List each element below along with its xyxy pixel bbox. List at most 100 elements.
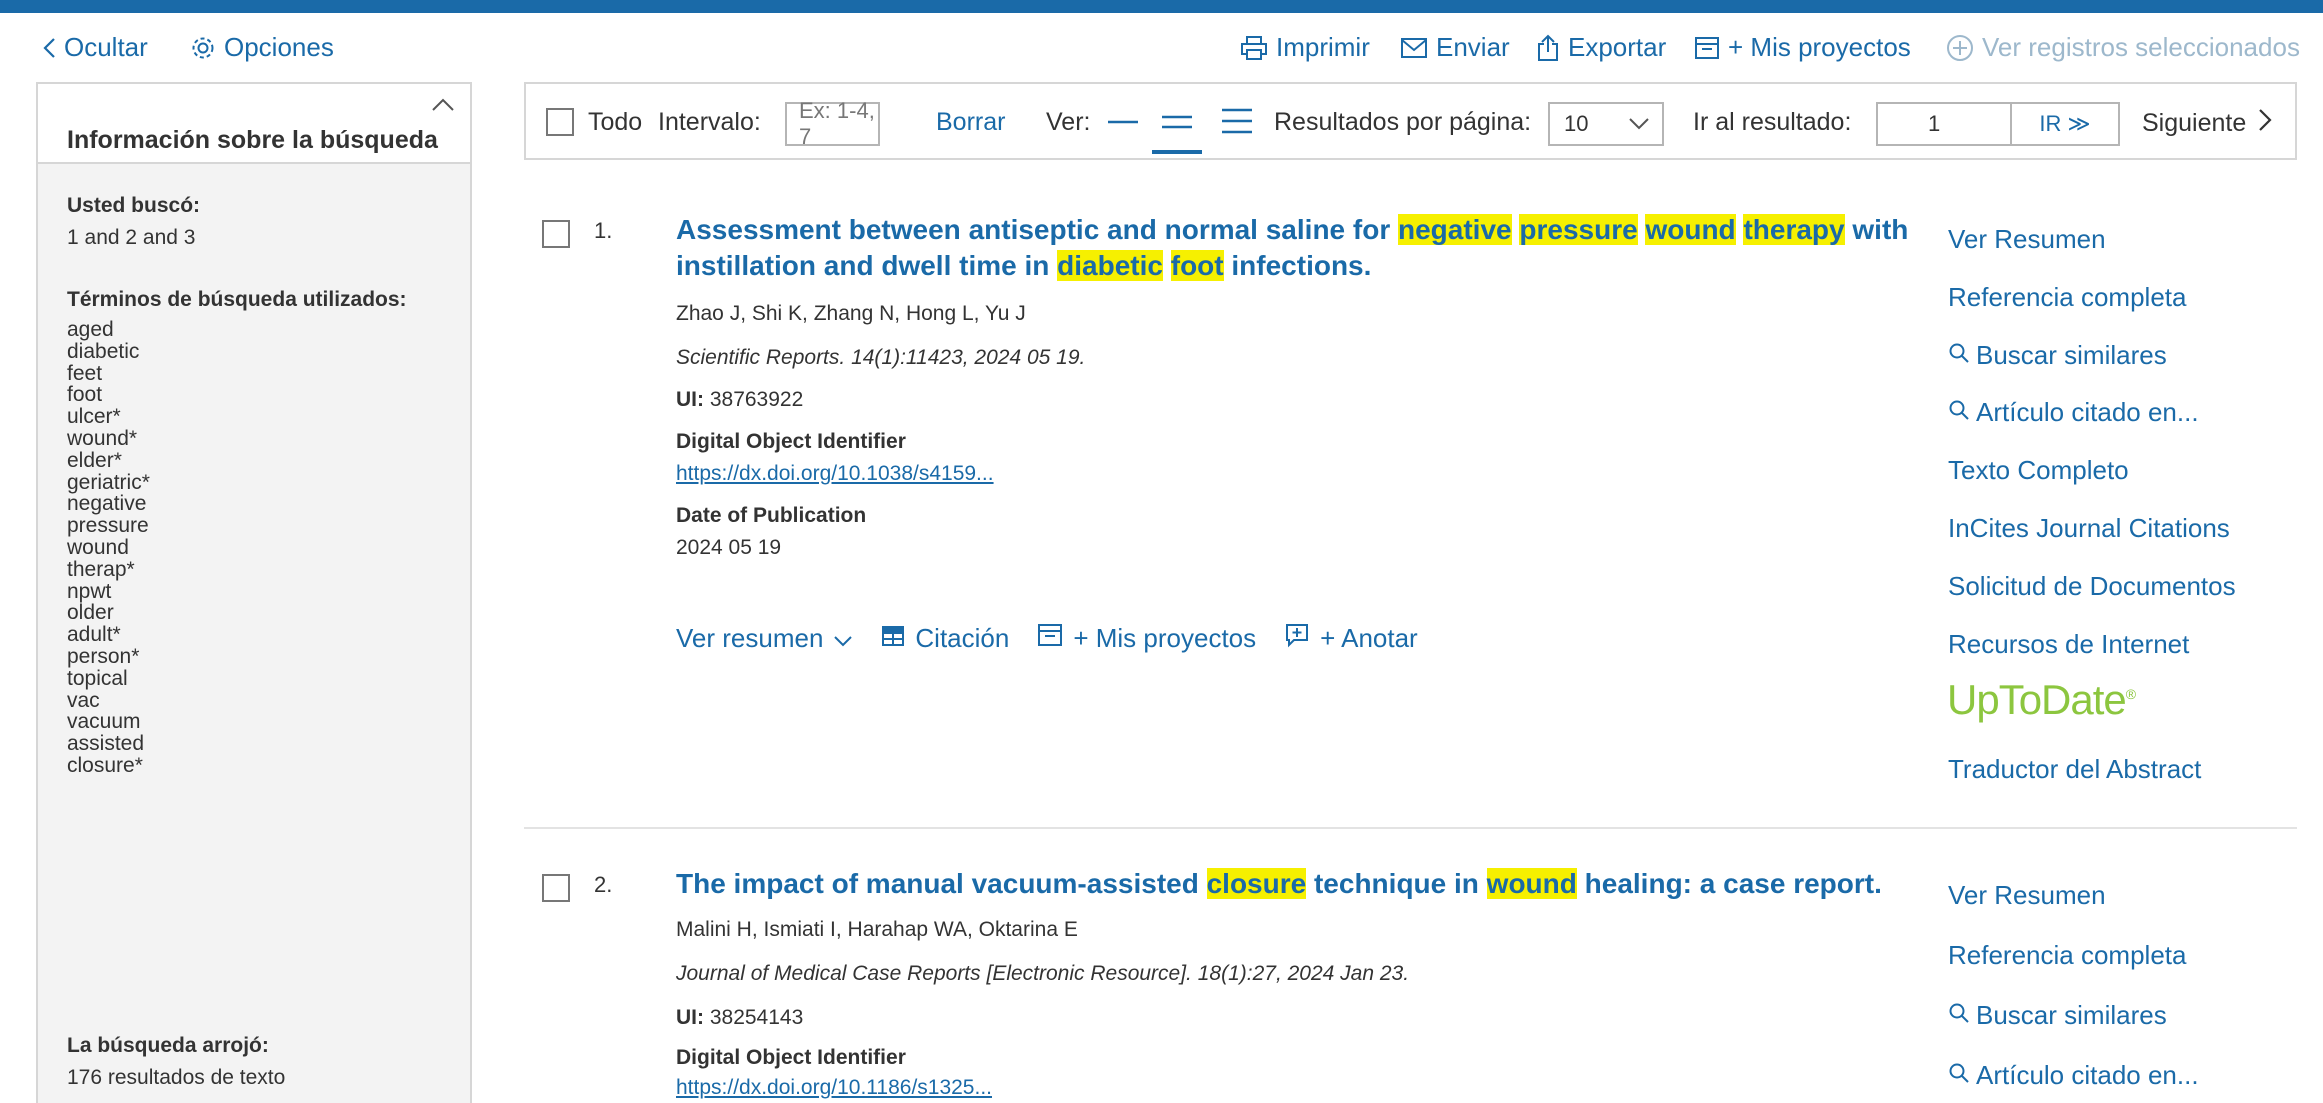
annotate-icon bbox=[1284, 622, 1310, 655]
side-link[interactable]: Artículo citado en... bbox=[1948, 1060, 2199, 1091]
highlighted-term: wound bbox=[1645, 214, 1736, 245]
result-1-projects-button[interactable]: + Mis proyectos bbox=[1037, 623, 1256, 654]
next-page-button[interactable]: Siguiente bbox=[2142, 108, 2272, 139]
result-2-ui-value: 38254143 bbox=[709, 1006, 804, 1029]
side-link[interactable]: Artículo citado en... bbox=[1948, 397, 2199, 428]
view-title-only-icon[interactable] bbox=[1106, 110, 1140, 139]
results-toolbar: Todo Intervalo: Ex: 1-4, 7 Borrar Ver: R… bbox=[524, 82, 2297, 160]
side-link[interactable]: InCites Journal Citations bbox=[1948, 513, 2230, 544]
search-term: feet bbox=[67, 361, 103, 385]
search-term: pressure bbox=[67, 514, 149, 538]
view-expanded-icon[interactable] bbox=[1220, 106, 1254, 141]
search-term: person* bbox=[67, 645, 140, 668]
title-text: infections. bbox=[1223, 250, 1372, 281]
chevron-right-icon bbox=[2258, 108, 2272, 139]
highlighted-term: closure bbox=[1206, 868, 1307, 899]
range-input[interactable]: Ex: 1-4, 7 bbox=[785, 98, 880, 149]
search-term: vac bbox=[67, 688, 100, 712]
gear-icon bbox=[190, 35, 216, 61]
search-term: wound* bbox=[67, 427, 138, 450]
highlighted-term: wound bbox=[1486, 868, 1577, 899]
title-text: technique in bbox=[1306, 868, 1487, 899]
citation-label: Citación bbox=[915, 623, 1010, 653]
chevron-up-icon[interactable] bbox=[431, 96, 455, 117]
title-text: The impact of manual vacuum-assisted bbox=[676, 868, 1207, 899]
export-label: Exportar bbox=[1568, 32, 1667, 62]
search-info-panel: Información sobre la búsqueda Usted busc… bbox=[36, 82, 472, 1103]
result-1-checkbox[interactable] bbox=[542, 220, 570, 248]
result-2-ui: UI: 38254143 bbox=[676, 1006, 803, 1030]
abstract-translator-link[interactable]: Traductor del Abstract bbox=[1948, 754, 2201, 785]
result-1-citation-button[interactable]: Citación bbox=[881, 623, 1009, 654]
highlighted-term: foot bbox=[1170, 250, 1224, 281]
table-icon bbox=[881, 623, 905, 654]
searched-label: Usted buscó: bbox=[67, 194, 201, 217]
search-term: therap* bbox=[67, 557, 135, 581]
result-2-checkbox[interactable] bbox=[542, 874, 570, 902]
side-link[interactable]: Referencia completa bbox=[1948, 282, 2186, 313]
registered-mark: ® bbox=[2125, 686, 2136, 702]
search-term: topical bbox=[67, 666, 128, 690]
result-1-title[interactable]: Assessment between antiseptic and normal… bbox=[676, 212, 1926, 284]
search-term: aged bbox=[67, 318, 114, 341]
search-term: geriatric* bbox=[67, 470, 150, 494]
goto-input[interactable]: 1 bbox=[1876, 102, 2012, 146]
side-link-label: Referencia completa bbox=[1948, 281, 2187, 312]
view-selected-button[interactable]: Ver registros seleccionados bbox=[1946, 32, 2300, 63]
clear-button[interactable]: Borrar bbox=[936, 108, 1005, 137]
side-link-label: Solicitud de Documentos bbox=[1948, 570, 2236, 601]
result-1-source: Scientific Reports. 14(1):11423, 2024 05… bbox=[676, 346, 1086, 369]
top-accent-bar bbox=[0, 0, 2323, 13]
result-2-doi-label: Digital Object Identifier bbox=[676, 1046, 906, 1069]
search-info-header[interactable]: Información sobre la búsqueda bbox=[38, 84, 470, 164]
side-link-label: Buscar similares bbox=[1976, 339, 2167, 370]
view-standard-button[interactable] bbox=[1152, 90, 1202, 154]
export-button[interactable]: Exportar bbox=[1536, 32, 1666, 63]
result-1-annotate-button[interactable]: + Anotar bbox=[1284, 622, 1418, 655]
hide-sidebar-link[interactable]: Ocultar bbox=[42, 32, 148, 63]
annotate-label: + Anotar bbox=[1320, 623, 1418, 653]
result-2-doi-link[interactable]: https://dx.doi.org/10.1186/s1325... bbox=[676, 1076, 992, 1100]
side-link-label: Ver Resumen bbox=[1948, 880, 2106, 910]
result-1-abstract-toggle[interactable]: Ver resumen bbox=[676, 623, 853, 654]
side-link[interactable]: Solicitud de Documentos bbox=[1948, 571, 2236, 602]
projects-label: + Mis proyectos bbox=[1073, 623, 1257, 653]
result-2-title[interactable]: The impact of manual vacuum-assisted clo… bbox=[676, 866, 1926, 902]
result-2-ui-label: UI: bbox=[676, 1006, 704, 1029]
side-link[interactable]: Texto Completo bbox=[1948, 455, 2129, 486]
results-count-label: La búsqueda arrojó: bbox=[67, 1034, 269, 1057]
search-term: negative bbox=[67, 492, 147, 516]
title-text: healing: a case report. bbox=[1576, 868, 1882, 899]
result-2-authors: Malini H, Ismiati I, Harahap WA, Oktarin… bbox=[676, 918, 1078, 941]
result-1-doi-link[interactable]: https://dx.doi.org/10.1038/s4159... bbox=[676, 462, 994, 486]
uptodate-logo[interactable]: UpToDate® bbox=[1947, 676, 2136, 724]
search-icon bbox=[1948, 1000, 1970, 1031]
side-link-label: Referencia completa bbox=[1948, 940, 2187, 970]
side-link-label: Ver Resumen bbox=[1948, 224, 2106, 254]
side-link[interactable]: Ver Resumen bbox=[1948, 880, 2106, 911]
next-label: Siguiente bbox=[2142, 109, 2247, 137]
send-button[interactable]: Enviar bbox=[1400, 32, 1510, 63]
search-info-body: Usted buscó: 1 and 2 and 3 Términos de b… bbox=[38, 164, 470, 1103]
print-button[interactable]: Imprimir bbox=[1240, 32, 1370, 63]
side-link[interactable]: Buscar similares bbox=[1948, 340, 2167, 371]
result-1-number: 1. bbox=[594, 218, 613, 243]
go-button[interactable]: IR ≫ bbox=[2010, 102, 2120, 146]
highlighted-term: pressure bbox=[1519, 214, 1638, 245]
my-projects-button[interactable]: + Mis proyectos bbox=[1694, 32, 1911, 63]
result-1-ui: UI: 38763922 bbox=[676, 388, 803, 412]
options-link[interactable]: Opciones bbox=[190, 32, 334, 63]
per-page-select[interactable]: 10 bbox=[1548, 102, 1664, 146]
side-link[interactable]: Referencia completa bbox=[1948, 940, 2186, 971]
search-term: older bbox=[67, 601, 114, 625]
select-all-checkbox[interactable] bbox=[546, 108, 574, 136]
side-link[interactable]: Buscar similares bbox=[1948, 1000, 2167, 1031]
chevron-down-icon bbox=[833, 623, 853, 654]
search-term: assisted bbox=[67, 732, 145, 756]
search-term: foot bbox=[67, 383, 103, 407]
result-1-ui-label: UI: bbox=[676, 388, 704, 411]
side-link[interactable]: Ver Resumen bbox=[1948, 224, 2106, 255]
side-link[interactable]: Recursos de Internet bbox=[1948, 629, 2189, 660]
search-term: adult* bbox=[67, 623, 121, 647]
search-icon bbox=[1948, 397, 1970, 428]
